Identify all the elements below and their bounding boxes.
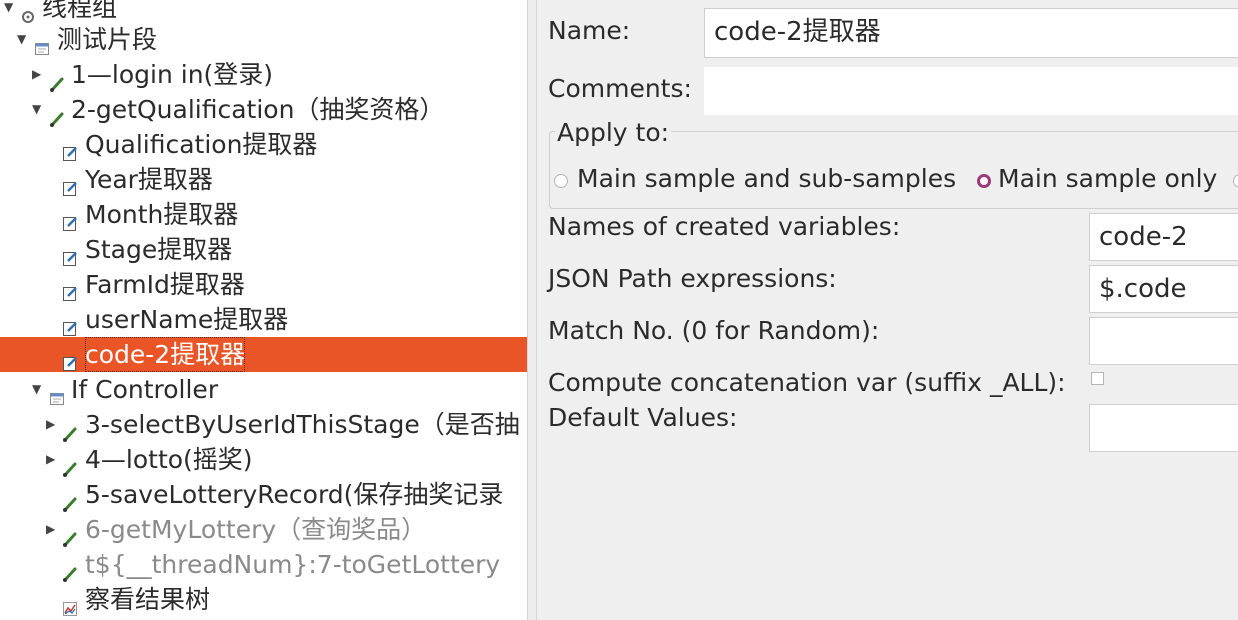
tree-item-sampler-disabled[interactable]: t${__threadNum}:7-toGetLottery (0, 547, 527, 582)
tree-item-label: t${__threadNum}:7-toGetLottery (85, 550, 501, 579)
extractor-icon (62, 311, 78, 336)
comments-input[interactable] (703, 66, 1238, 116)
jsonpath-input[interactable]: $.code (1089, 265, 1238, 313)
http-sampler-icon (49, 101, 65, 127)
default-values-label: Default Values: (548, 403, 738, 432)
tree-item-label: Year提取器 (85, 165, 213, 194)
radio-main-and-sub-samples-label[interactable]: Main sample and sub-samples (577, 164, 956, 193)
http-sampler-icon (62, 451, 78, 477)
collapse-toggle-icon[interactable]: ▼ (32, 92, 44, 127)
tree-item-extractor[interactable]: Stage提取器 (0, 232, 527, 267)
tree-item-label: FarmId提取器 (85, 270, 245, 299)
comments-label: Comments: (548, 74, 692, 103)
extractor-icon (62, 171, 78, 196)
tree-item-extractor[interactable]: userName提取器 (0, 302, 527, 337)
tree-item-sampler-disabled[interactable]: ▶ 6-getMyLottery（查询奖品） (0, 512, 527, 547)
tree-item-sampler[interactable]: ▼ 2-getQualification（抽奖资格） (0, 92, 527, 127)
jsonpath-label: JSON Path expressions: (548, 264, 837, 293)
extractor-icon (62, 136, 78, 161)
expand-toggle-icon[interactable]: ▶ (46, 512, 58, 547)
variables-label: Names of created variables: (548, 212, 901, 241)
tree-item-extractor[interactable]: FarmId提取器 (0, 267, 527, 302)
http-sampler-icon (62, 556, 78, 582)
http-sampler-icon (62, 486, 78, 512)
concat-label: Compute concatenation var (suffix _ALL): (548, 368, 1066, 397)
extractor-icon (62, 346, 78, 371)
expand-toggle-icon[interactable]: ▶ (46, 442, 58, 477)
expand-toggle-icon[interactable]: ▶ (46, 407, 58, 442)
apply-to-label: Apply to: (555, 118, 672, 147)
controller-icon (49, 381, 65, 405)
tree-item-if-controller[interactable]: ▼ If Controller (0, 372, 527, 407)
tree-item-label: 3-selectByUserIdThisStage（是否抽 (85, 410, 520, 439)
collapse-toggle-icon[interactable]: ▼ (17, 22, 29, 57)
variables-input[interactable]: code-2 (1089, 213, 1238, 261)
tree-item-extractor[interactable]: Qualification提取器 (0, 127, 527, 162)
http-sampler-icon (49, 66, 65, 92)
match-no-input[interactable] (1089, 317, 1238, 365)
tree-item-sampler[interactable]: ▶ 3-selectByUserIdThisStage（是否抽 (0, 407, 527, 442)
tree-item-test-fragment[interactable]: ▼ 测试片段 (0, 22, 527, 57)
default-values-input[interactable] (1089, 404, 1238, 452)
tree-item-label: If Controller (71, 375, 219, 404)
tree-item-extractor[interactable]: Year提取器 (0, 162, 527, 197)
collapse-toggle-icon[interactable]: ▼ (32, 372, 44, 407)
json-extractor-panel: Name: code-2提取器 Comments: Apply to: Main… (537, 0, 1238, 620)
tree-item-sampler[interactable]: ▶ 1—login in(登录) (0, 57, 527, 92)
radio-main-sample-only-label[interactable]: Main sample only (998, 164, 1217, 193)
extractor-icon (62, 276, 78, 301)
thread-group-icon (20, 0, 36, 23)
tree-item-label: 测试片段 (57, 25, 158, 54)
tree-item-label: 5-saveLotteryRecord(保存抽奖记录 (85, 480, 504, 509)
tree-item-label: 1—login in(登录) (71, 60, 274, 89)
fragment-icon (34, 31, 50, 55)
http-sampler-icon (62, 416, 78, 442)
tree-item-extractor[interactable]: Month提取器 (0, 197, 527, 232)
radio-main-and-sub-samples[interactable] (554, 174, 568, 188)
extractor-icon (62, 206, 78, 231)
name-input[interactable]: code-2提取器 (704, 8, 1238, 58)
tree-item-label: userName提取器 (85, 305, 289, 334)
http-sampler-icon (62, 521, 78, 547)
tree-item-sampler[interactable]: 5-saveLotteryRecord(保存抽奖记录 (0, 477, 527, 512)
extractor-icon (62, 241, 78, 266)
match-no-label: Match No. (0 for Random): (548, 316, 880, 345)
tree-item-label: 察看结果树 (85, 585, 211, 614)
radio-main-sample-only[interactable] (977, 174, 991, 188)
tree-item-label: Stage提取器 (85, 235, 233, 264)
concat-checkbox[interactable] (1091, 372, 1104, 385)
expand-toggle-icon[interactable]: ▶ (32, 57, 44, 92)
tree-item-label: 4—lotto(摇奖) (85, 445, 253, 474)
tree-item-label: Month提取器 (85, 200, 239, 229)
result-tree-icon (62, 591, 78, 616)
tree-item-label: 2-getQualification（抽奖资格） (71, 95, 445, 124)
tree-item-label: code-2提取器 (85, 337, 246, 372)
tree-item-label: Qualification提取器 (85, 130, 318, 159)
name-label: Name: (548, 16, 631, 45)
tree-item-sampler[interactable]: ▶ 4—lotto(摇奖) (0, 442, 527, 477)
test-plan-tree[interactable]: ▼ 线程组 ▼ 测试片段 ▶ 1—login in(登录) ▼ 2-getQua… (0, 0, 527, 620)
tree-item-label: 6-getMyLottery（查询奖品） (85, 515, 427, 544)
tree-item-extractor-selected[interactable]: code-2提取器 (0, 337, 527, 372)
tree-item-result-tree[interactable]: 察看结果树 (0, 582, 527, 617)
split-pane-divider[interactable] (527, 0, 537, 620)
